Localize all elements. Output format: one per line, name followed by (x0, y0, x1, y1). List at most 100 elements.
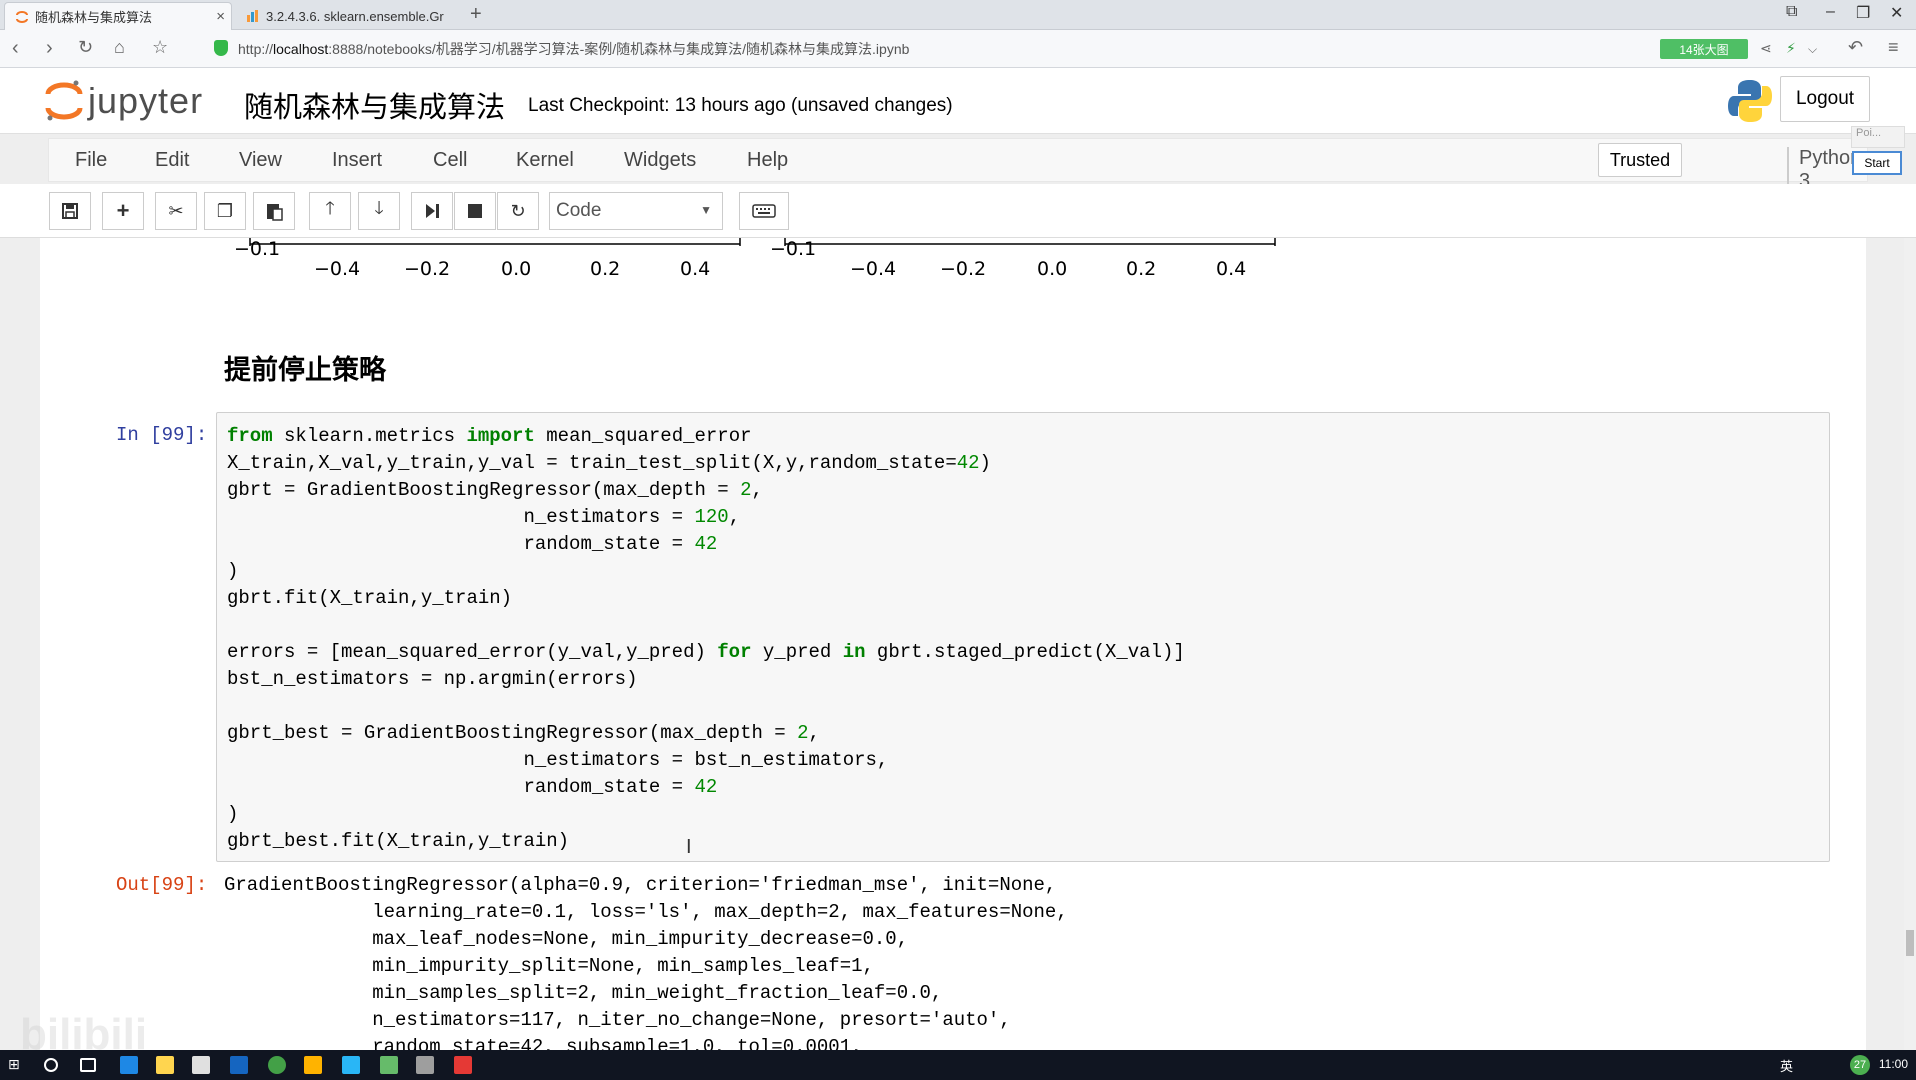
image-badge[interactable]: 14张大图 (1660, 39, 1748, 59)
scrollbar-thumb[interactable] (1906, 930, 1914, 956)
minimize-icon[interactable]: – (1826, 3, 1835, 21)
copy-icon[interactable]: ❐ (204, 192, 246, 230)
restart-icon[interactable]: ↻ (497, 192, 539, 230)
app-icon[interactable] (342, 1056, 360, 1074)
left-plot-tick: −0.2 (404, 258, 451, 280)
menu-help[interactable]: Help (747, 149, 788, 172)
forward-icon[interactable]: › (46, 37, 53, 60)
dropdown-icon[interactable]: ⌵ (1808, 42, 1817, 57)
menubar: File Edit View Insert Cell Kernel Widget… (48, 138, 1868, 193)
browser-tab-active[interactable]: 随机森林与集成算法 × (4, 2, 232, 30)
output-line: learning_rate=0.1, loss='ls', max_depth=… (224, 901, 1068, 923)
menu-widgets[interactable]: Widgets (624, 149, 696, 172)
share-icon[interactable]: ⋖ (1760, 40, 1772, 57)
overlay-start-button[interactable]: Start (1852, 151, 1902, 175)
right-plot-tick: 0.0 (1037, 258, 1068, 280)
logo-text: jupyter (88, 80, 204, 121)
maximize-icon[interactable]: ❐ (1856, 3, 1870, 23)
cell-output: GradientBoostingRegressor(alpha=0.9, cri… (224, 872, 1068, 1061)
caret-down-icon: ▼ (700, 203, 712, 217)
cell-type-select[interactable]: Code ▼ (549, 192, 723, 230)
move-down-icon[interactable]: 🡓 (358, 192, 400, 230)
left-plot-tick: −0.4 (314, 258, 361, 280)
os-taskbar: ⊞ 英 27 11:00 (0, 1050, 1916, 1080)
folder-icon[interactable] (304, 1056, 322, 1074)
mail-icon[interactable] (192, 1056, 210, 1074)
add-cell-icon[interactable]: + (102, 192, 144, 230)
output-line: max_leaf_nodes=None, min_impurity_decrea… (224, 928, 909, 950)
app-icon[interactable] (230, 1056, 248, 1074)
cell-type-value: Code (556, 200, 602, 221)
section-heading: 提前停止策略 (224, 355, 386, 385)
ime-indicator[interactable]: 英 (1780, 1056, 1793, 1075)
close-window-icon[interactable]: ✕ (1890, 3, 1903, 23)
lightning-icon[interactable]: ⚡ (1786, 40, 1796, 57)
stop-icon[interactable] (454, 192, 496, 230)
logout-button[interactable]: Logout (1780, 76, 1870, 122)
keyboard-icon[interactable] (739, 192, 789, 230)
restore-icon[interactable]: ⧉ (1786, 3, 1797, 21)
cut-icon[interactable]: ✂ (155, 192, 197, 230)
search-icon[interactable] (44, 1058, 58, 1072)
task-view-icon[interactable] (80, 1058, 96, 1072)
output-line: min_samples_split=2, min_weight_fraction… (224, 982, 943, 1004)
right-plot-tick: 0.4 (1216, 258, 1247, 280)
notebook-name[interactable]: 随机森林与集成算法 (244, 84, 505, 126)
secure-shield-icon (214, 40, 228, 56)
sklearn-favicon-icon (247, 10, 258, 22)
scrollbar[interactable] (1904, 238, 1916, 1050)
browser-tab-strip: 随机森林与集成算法 × 3.2.4.3.6. sklearn.ensemble.… (0, 0, 1916, 30)
clock: 11:00 (1878, 1057, 1908, 1071)
code-cell-editor[interactable]: from sklearn.metrics import mean_squared… (216, 412, 1830, 862)
undo-icon[interactable]: ↶ (1848, 37, 1863, 58)
address-bar: ‹ › ↻ ⌂ ☆ http://localhost:8888/notebook… (0, 30, 1916, 68)
new-tab-icon[interactable]: + (470, 3, 482, 26)
browser-tab-inactive[interactable]: 3.2.4.3.6. sklearn.ensemble.Gr (236, 2, 458, 30)
home-icon[interactable]: ⌂ (114, 37, 125, 58)
menu-icon[interactable]: ≡ (1888, 37, 1899, 58)
left-plot-ymin-label: −0.1 (234, 238, 281, 260)
paste-icon[interactable] (253, 192, 295, 230)
output-line: GradientBoostingRegressor(alpha=0.9, cri… (224, 874, 1057, 896)
left-plot-tick: 0.0 (501, 258, 532, 280)
right-plot-tick: 0.2 (1126, 258, 1157, 280)
browser-icon[interactable] (268, 1056, 286, 1074)
jupyter-logo[interactable]: jupyter (44, 78, 203, 124)
output-prompt: Out[99]: (116, 874, 208, 896)
app-icon[interactable] (380, 1056, 398, 1074)
text-cursor-icon: I (686, 836, 692, 858)
menu-file[interactable]: File (75, 149, 107, 172)
menu-kernel[interactable]: Kernel (516, 149, 574, 172)
move-up-icon[interactable]: 🡑 (309, 192, 351, 230)
url-field[interactable]: http://localhost:8888/notebooks/机器学习/机器学… (238, 39, 909, 59)
back-icon[interactable]: ‹ (12, 37, 19, 60)
edge-icon[interactable] (120, 1056, 138, 1074)
close-tab-icon[interactable]: × (216, 8, 225, 25)
app-icon[interactable] (454, 1056, 472, 1074)
menu-edit[interactable]: Edit (155, 149, 189, 172)
bookmark-star-icon[interactable]: ☆ (152, 37, 168, 58)
reload-icon[interactable]: ↻ (78, 37, 93, 58)
menu-cell[interactable]: Cell (433, 149, 467, 172)
menu-insert[interactable]: Insert (332, 149, 382, 172)
temperature-badge: 27 (1850, 1055, 1870, 1075)
right-plot-tick: −0.2 (940, 258, 987, 280)
left-plot-tick: 0.4 (680, 258, 711, 280)
right-plot-tick: −0.4 (850, 258, 897, 280)
menu-view[interactable]: View (239, 149, 282, 172)
output-line: n_estimators=117, n_iter_no_change=None,… (224, 1009, 1011, 1031)
save-icon[interactable] (49, 192, 91, 230)
checkpoint-status: Last Checkpoint: 13 hours ago (unsaved c… (528, 95, 953, 116)
windows-start-icon[interactable]: ⊞ (8, 1056, 26, 1074)
left-plot-tick: 0.2 (590, 258, 621, 280)
tab-title: 3.2.4.3.6. sklearn.ensemble.Gr (266, 8, 444, 24)
run-icon[interactable] (411, 192, 453, 230)
python-logo-icon (1728, 80, 1772, 122)
store-icon[interactable] (156, 1056, 174, 1074)
page-gutter-right (1866, 238, 1904, 1050)
jupyter-header: jupyter 随机森林与集成算法 Last Checkpoint: 13 ho… (0, 68, 1916, 134)
app-icon[interactable] (416, 1056, 434, 1074)
tab-title: 随机森林与集成算法 (35, 10, 153, 25)
trusted-indicator[interactable]: Trusted (1598, 143, 1682, 177)
code-content[interactable]: from sklearn.metrics import mean_squared… (227, 423, 1185, 855)
